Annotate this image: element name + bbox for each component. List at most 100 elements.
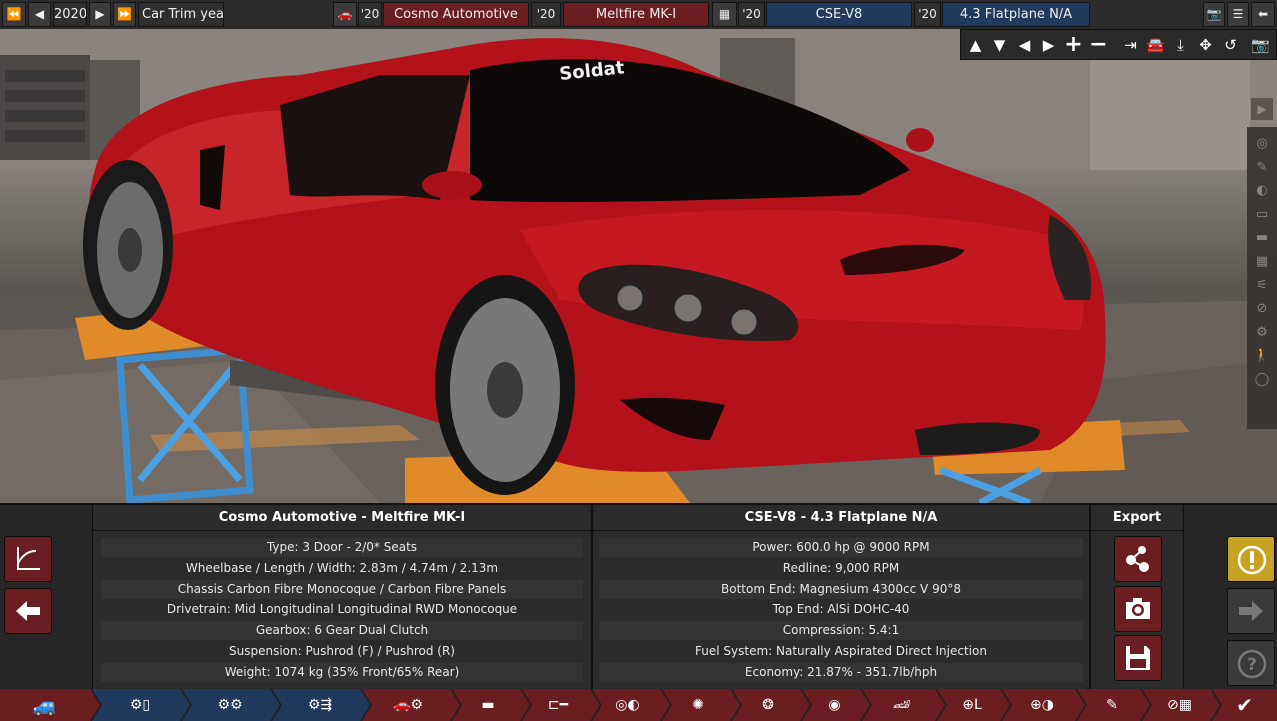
- nav-paint-icon[interactable]: ✎: [1087, 689, 1137, 721]
- nav-drivetrain-icon[interactable]: ⊕L: [947, 689, 997, 721]
- menu-icon[interactable]: ☰: [1227, 2, 1249, 27]
- car-info-row: Wheelbase / Length / Width: 2.83m / 4.74…: [101, 559, 583, 578]
- share-nodes-icon: [1126, 546, 1149, 572]
- zoom-in-icon[interactable]: +: [1062, 33, 1085, 57]
- nav-gearbox-icon[interactable]: ✺: [672, 689, 724, 721]
- screenshot-icon[interactable]: 📷: [1203, 2, 1225, 27]
- fixture-icon[interactable]: ▭: [1251, 204, 1273, 226]
- engine-info-row: Power: 600.0 hp @ 9000 RPM: [599, 538, 1083, 557]
- camera-down-icon[interactable]: ▼: [988, 33, 1011, 57]
- car-info-title: Cosmo Automotive - Meltfire MK-I: [93, 505, 591, 531]
- export-title: Export: [1091, 505, 1183, 531]
- body-icon[interactable]: ▬: [1251, 227, 1273, 249]
- model-name-button[interactable]: Meltfire MK-I: [563, 2, 709, 27]
- engine-variant-year: '20: [914, 2, 941, 27]
- next-button[interactable]: [1227, 588, 1275, 634]
- align-right-icon[interactable]: ⇥: [1119, 33, 1142, 57]
- photo-button[interactable]: [1114, 586, 1162, 632]
- warning-button[interactable]: [1227, 536, 1275, 582]
- designer-stage-nav: 🚙 ⚙▯ ⚙⚙ ⚙⇶ 🚗⚙ ▬ ⊏━ ◎◐ ✺ ❂ ◉ 🏎 ⊕L ⊕◑ ✎ ⊘▦…: [0, 689, 1277, 721]
- side-panel-toggle-icon[interactable]: ▶: [1251, 98, 1273, 120]
- graph-button[interactable]: [4, 536, 52, 582]
- camera-right-icon[interactable]: ▶: [1037, 33, 1060, 57]
- 3d-viewport[interactable]: Soldat: [0, 0, 1277, 503]
- person-icon[interactable]: 🚶: [1251, 345, 1273, 367]
- nav-engine-heads-icon[interactable]: ⚙⚙: [195, 689, 265, 721]
- zoom-out-icon[interactable]: −: [1087, 33, 1110, 57]
- nav-engine-block-icon[interactable]: ⚙▯: [105, 689, 175, 721]
- wheel-icon[interactable]: ◎: [1251, 133, 1273, 155]
- exclamation-icon: [1237, 545, 1267, 575]
- engine-info-row: Compression: 5.4:1: [599, 621, 1083, 640]
- engine-variant-button[interactable]: 4.3 Flatplane N/A: [942, 2, 1090, 27]
- nav-finish-check-icon[interactable]: ✔: [1222, 689, 1267, 721]
- year-next-icon[interactable]: ▶: [89, 2, 111, 27]
- brakes-icon[interactable]: ⊘: [1251, 298, 1273, 320]
- car-info-row: Gearbox: 6 Gear Dual Clutch: [101, 621, 583, 640]
- camera-left-icon[interactable]: ◀: [1013, 33, 1036, 57]
- car-info-row: Chassis Carbon Fibre Monocoque / Carbon …: [101, 580, 583, 599]
- camera-up-icon[interactable]: ▲: [964, 33, 987, 57]
- year-fastforward-icon[interactable]: ⏩: [113, 2, 136, 27]
- car-info-row: Suspension: Pushrod (F) / Pushrod (R): [101, 642, 583, 661]
- floppy-save-icon: [1126, 646, 1150, 670]
- car-info-row: Type: 3 Door - 2/0* Seats: [101, 538, 583, 557]
- paint-icon[interactable]: ✎: [1251, 157, 1273, 179]
- car-view-icon[interactable]: 🚘: [1144, 33, 1167, 57]
- car-info-row: Weight: 1074 kg (35% Front/65% Rear): [101, 663, 583, 682]
- engine-info-title: CSE-V8 - 4.3 Flatplane N/A: [593, 505, 1089, 531]
- help-button[interactable]: ?: [1227, 640, 1275, 686]
- camera-toolbar: ▲ ▼ ◀ ▶ + − ⇥ 🚘 ⤓ ✥ ↺ 📷: [960, 29, 1277, 60]
- company-name-button[interactable]: Cosmo Automotive: [383, 2, 529, 27]
- company-year: '20: [358, 2, 382, 27]
- arrow-left-icon: [16, 601, 40, 621]
- export-panel: Export: [1090, 505, 1184, 691]
- svg-text:?: ?: [1247, 655, 1257, 675]
- camera-icon: [1126, 598, 1150, 619]
- year-prev-icon[interactable]: ◀: [28, 2, 51, 27]
- pivot-icon[interactable]: ✥: [1194, 33, 1217, 57]
- save-button[interactable]: [1114, 635, 1162, 681]
- back-arrow-icon[interactable]: ⬅: [1251, 2, 1275, 27]
- engine-info-row: Fuel System: Naturally Aspirated Direct …: [599, 642, 1083, 661]
- circle-icon[interactable]: ◯: [1251, 369, 1273, 391]
- info-panel: Cosmo Automotive - Meltfire MK-I Type: 3…: [0, 503, 1277, 691]
- nav-fixtures-icon[interactable]: ◎◐: [600, 689, 655, 721]
- graph-axis-icon: [17, 547, 40, 570]
- help-question-icon: ?: [1237, 649, 1267, 679]
- engine-info-row: Redline: 9,000 RPM: [599, 559, 1083, 578]
- trim-year-label: Car Trim year: [138, 2, 224, 27]
- nav-interior-icon[interactable]: ⊏━: [532, 689, 584, 721]
- share-button[interactable]: [1114, 536, 1162, 582]
- model-car-icon[interactable]: 🚗: [333, 2, 357, 27]
- nav-car-engine-icon[interactable]: 🚗⚙: [378, 689, 438, 721]
- top-bar: ⏪ ◀ 2020 ▶ ⏩ Car Trim year 🚗 '20 Cosmo A…: [0, 0, 1277, 29]
- align-down-icon[interactable]: ⤓: [1169, 33, 1192, 57]
- settings-icon[interactable]: ⚙: [1251, 322, 1273, 344]
- engine-info-row: Bottom End: Magnesium 4300cc V 90°8: [599, 580, 1083, 599]
- nav-wheels-icon[interactable]: ❂: [742, 689, 794, 721]
- year-rewind-icon[interactable]: ⏪: [2, 2, 26, 27]
- engine-info-row: Top End: AlSi DOHC-40: [599, 600, 1083, 619]
- engine-icon[interactable]: ▦: [712, 2, 737, 27]
- engine-info-row: Economy: 21.87% - 351.7lb/hph: [599, 663, 1083, 682]
- nav-aero-icon[interactable]: 🏎: [872, 689, 932, 721]
- grille-icon[interactable]: ▦: [1251, 251, 1273, 273]
- engine-family-year: '20: [738, 2, 765, 27]
- nav-test-track-icon[interactable]: ⊘▦: [1152, 689, 1207, 721]
- nav-brakes-icon[interactable]: ◉: [812, 689, 857, 721]
- nav-car-body-icon[interactable]: 🚙: [15, 689, 75, 721]
- lights-icon[interactable]: ◐: [1251, 180, 1273, 202]
- back-button[interactable]: [4, 588, 52, 634]
- reset-rotation-icon[interactable]: ↺: [1219, 33, 1242, 57]
- car-info-row: Drivetrain: Mid Longitudinal Longitudina…: [101, 600, 583, 619]
- model-year: '20: [531, 2, 561, 27]
- camera-snapshot-icon[interactable]: 📷: [1249, 33, 1272, 57]
- suspension-icon[interactable]: ⚟: [1251, 275, 1273, 297]
- nav-engine-tuning-icon[interactable]: ⚙⇶: [285, 689, 355, 721]
- nav-steering-icon[interactable]: ⊕◑: [1012, 689, 1072, 721]
- engine-family-button[interactable]: CSE-V8: [766, 2, 912, 27]
- side-tools: ◎ ✎ ◐ ▭ ▬ ▦ ⚟ ⊘ ⚙ 🚶 ◯: [1247, 127, 1277, 429]
- car-info-panel: Cosmo Automotive - Meltfire MK-I Type: 3…: [92, 505, 592, 691]
- nav-body-style-icon[interactable]: ▬: [462, 689, 514, 721]
